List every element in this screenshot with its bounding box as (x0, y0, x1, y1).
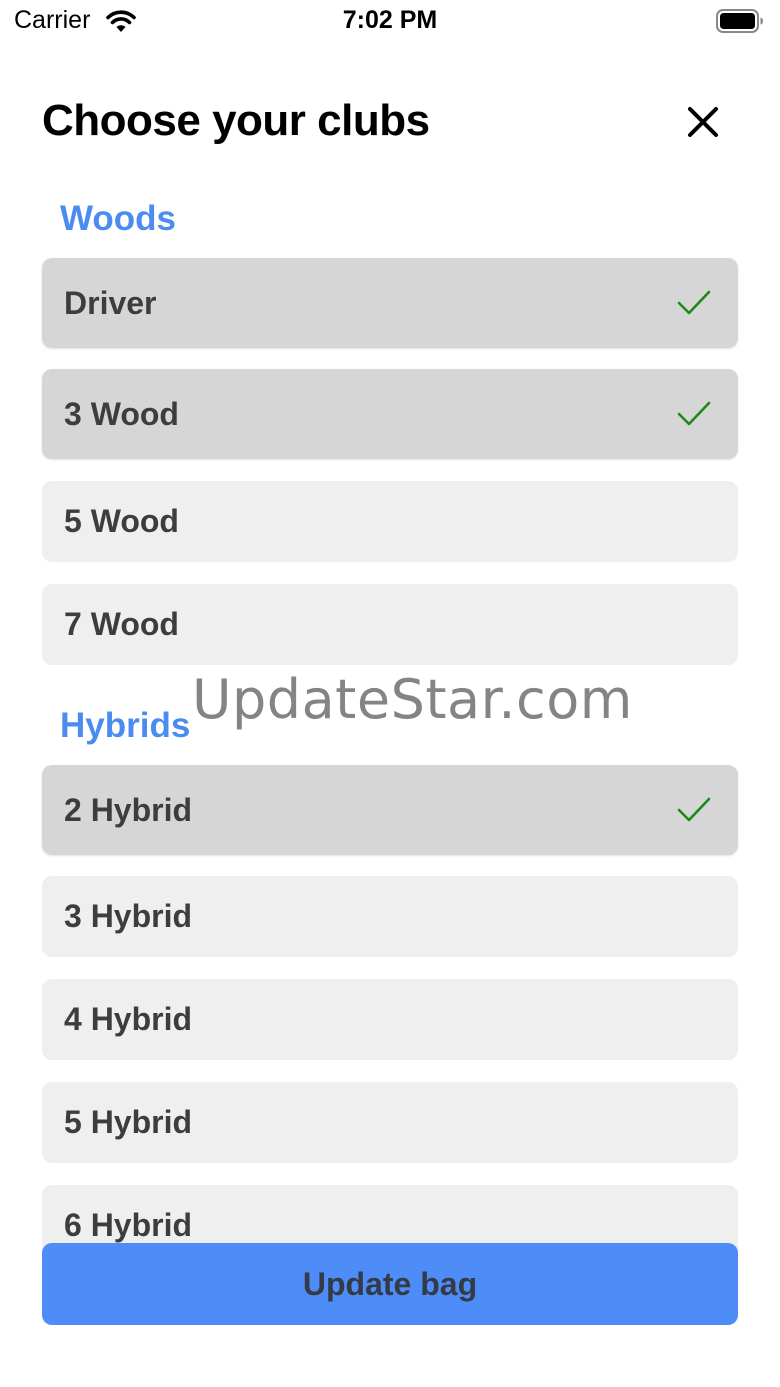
update-bag-button[interactable]: Update bag (42, 1243, 738, 1325)
battery-icon (716, 9, 763, 33)
section-title-woods: Woods (60, 199, 177, 238)
club-label: 4 Hybrid (64, 1001, 193, 1037)
club-label: 5 Wood (64, 503, 179, 539)
status-time: 7:02 PM (342, 6, 438, 34)
club-label: Driver (64, 284, 157, 321)
club-row-4-hybrid[interactable]: 4 Hybrid (42, 979, 738, 1060)
section-title-hybrids: Hybrids (60, 706, 191, 745)
club-row-5-hybrid[interactable]: 5 Hybrid (42, 1082, 738, 1163)
update-bag-label: Update bag (302, 1265, 478, 1302)
club-row-driver[interactable]: Driver (42, 258, 738, 348)
club-row-2-hybrid[interactable]: 2 Hybrid (42, 765, 738, 855)
close-icon (688, 107, 718, 137)
club-row-3-wood[interactable]: 3 Wood (42, 369, 738, 459)
club-label: 2 Hybrid (64, 791, 193, 828)
club-row-3-hybrid[interactable]: 3 Hybrid (42, 876, 738, 957)
club-label: 3 Wood (64, 395, 179, 432)
close-button[interactable] (680, 99, 726, 145)
checkmark-icon (677, 290, 711, 315)
club-label: 7 Wood (64, 606, 179, 642)
checkmark-icon (677, 401, 711, 426)
club-row-5-wood[interactable]: 5 Wood (42, 481, 738, 562)
page-title: Choose your clubs (42, 96, 430, 145)
club-label: 3 Hybrid (64, 898, 193, 934)
status-bar: Carrier 7:02 PM (0, 0, 780, 44)
club-label: 5 Hybrid (64, 1104, 193, 1140)
watermark: UpdateStar.com (192, 668, 633, 731)
checkmark-icon (677, 797, 711, 822)
club-row-7-wood[interactable]: 7 Wood (42, 584, 738, 665)
